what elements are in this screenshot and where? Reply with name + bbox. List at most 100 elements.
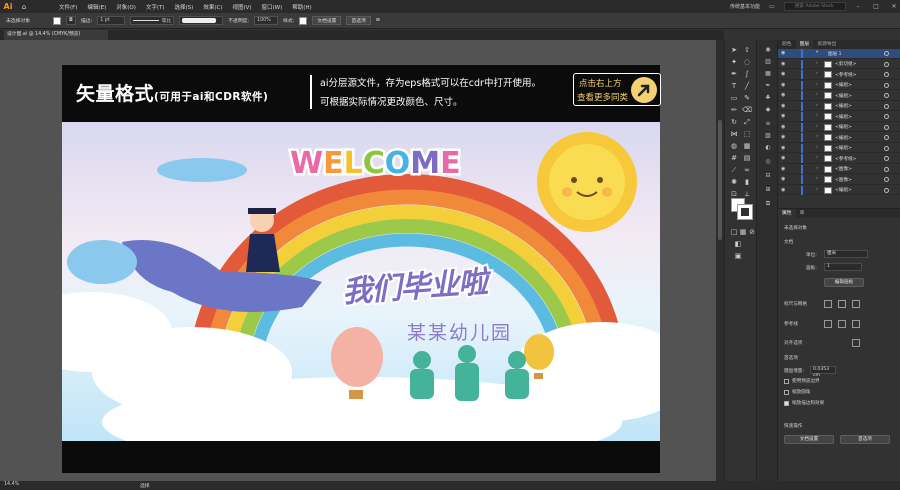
zoom-level[interactable]: 14.4% (4, 482, 19, 487)
arrange-docs-icon[interactable]: ⊞ (376, 18, 380, 23)
arrange-icon[interactable]: ▭ (766, 3, 778, 10)
expand-toggle-icon[interactable]: › (816, 187, 818, 192)
visibility-eye-icon[interactable]: ◉ (781, 155, 785, 161)
width-tool-icon[interactable]: ⋈ (729, 130, 739, 139)
perspective-icon[interactable]: ▦ (742, 142, 752, 151)
layer-row[interactable]: ◉ › <剪切组> (778, 59, 900, 69)
target-circle-icon[interactable] (884, 124, 889, 130)
target-circle-icon[interactable] (884, 135, 889, 140)
symbol-sprayer-icon[interactable]: ✺ (729, 178, 739, 187)
rotate-icon[interactable]: ↻ (729, 118, 739, 127)
stock-search-input[interactable]: 搜索 Adobe Stock (784, 2, 846, 11)
target-circle-icon[interactable] (884, 166, 889, 172)
expand-toggle-icon[interactable]: › (816, 155, 818, 160)
opacity-field[interactable]: 100% (254, 16, 279, 25)
artboard[interactable]: 矢量格式(可用于ai和CDR软件) ai分层源文件，存为eps格式可以在cdr中… (62, 65, 661, 473)
expand-toggle-icon[interactable]: ▾ (816, 50, 818, 55)
rectangle-tool-icon[interactable]: ▭ (729, 94, 739, 103)
scale-icon[interactable]: ⤢ (742, 118, 752, 127)
layer-row[interactable]: ◉ › <编组> (778, 143, 900, 153)
line-tool-icon[interactable]: ╱ (742, 82, 752, 91)
eyedropper-icon[interactable]: ⟋ (729, 166, 739, 175)
menu-help[interactable]: 帮助(H) (287, 3, 316, 11)
layer-row[interactable]: ◉ › <编组> (778, 80, 900, 90)
lasso-icon[interactable]: ◌ (742, 58, 752, 67)
layer-row[interactable]: ◉ › <编组> (778, 122, 900, 132)
visibility-eye-icon[interactable]: ◉ (781, 103, 785, 109)
tab-asset-export[interactable]: 资源导出 (813, 40, 840, 49)
home-icon[interactable]: ⌂ (16, 0, 32, 13)
layer-row[interactable]: ◉ ▾ 图层 1 (778, 49, 900, 59)
expand-toggle-icon[interactable]: › (816, 82, 818, 87)
layer-row[interactable]: ◉ › <编组> (778, 91, 900, 101)
visibility-eye-icon[interactable]: ◉ (781, 82, 785, 88)
stroke-panel-icon[interactable]: ≡ (763, 120, 773, 128)
paintbrush-icon[interactable]: ✎ (742, 94, 752, 103)
align-to-icon[interactable] (852, 339, 860, 347)
canvas-area[interactable]: 矢量格式(可用于ai和CDR软件) ai分层源文件，存为eps格式可以在cdr中… (0, 40, 724, 481)
brush-select[interactable] (179, 16, 224, 25)
tab-layers[interactable]: 图层 (795, 40, 814, 49)
visibility-eye-icon[interactable]: ◉ (781, 176, 785, 182)
expand-toggle-icon[interactable]: › (816, 92, 818, 97)
scale-corners-checkbox[interactable] (784, 390, 789, 395)
target-circle-icon[interactable] (884, 82, 889, 88)
target-circle-icon[interactable] (884, 93, 889, 98)
magic-wand-icon[interactable]: ✦ (729, 58, 739, 67)
nudge-field[interactable]: 0.0353 cm (810, 366, 836, 378)
target-circle-icon[interactable] (884, 51, 889, 56)
stroke-profile-select[interactable]: 等比 (130, 16, 175, 25)
gradient-icon[interactable]: ▤ (742, 154, 752, 163)
artboard-select[interactable]: 1 (824, 263, 862, 271)
visibility-eye-icon[interactable]: ◉ (781, 166, 785, 172)
gradient-panel-icon[interactable]: ▧ (763, 132, 773, 140)
expand-toggle-icon[interactable]: › (816, 124, 818, 129)
maximize-icon[interactable]: □ (870, 3, 882, 10)
align-icon[interactable]: ⊟ (763, 172, 773, 180)
tab-libraries[interactable]: 库 (796, 209, 809, 218)
fill-swatch[interactable] (53, 16, 61, 25)
layer-row[interactable]: ◉ › <图像> (778, 175, 900, 185)
ruler-icon[interactable] (824, 300, 832, 308)
stroke-swatch[interactable]: ◘ (66, 16, 76, 25)
layer-row[interactable]: ◉ › <编组> (778, 112, 900, 122)
close-icon[interactable]: ✕ (888, 3, 900, 10)
preview-bounds-checkbox[interactable] (784, 379, 789, 384)
target-circle-icon[interactable] (884, 72, 889, 77)
smart-guides-icon[interactable] (852, 320, 860, 328)
direct-selection-tool-icon[interactable]: ⇧ (742, 46, 752, 55)
lock-guides-icon[interactable] (838, 320, 846, 328)
brushes-icon[interactable]: ✒ (763, 82, 773, 90)
preferences-panel-button[interactable]: 首选项 (840, 435, 890, 444)
target-circle-icon[interactable] (884, 177, 889, 182)
stroke-weight-field[interactable]: 1 pt (97, 16, 126, 25)
layer-row[interactable]: ◉ › <编组> (778, 101, 900, 111)
layer-row[interactable]: ◉ › <图像> (778, 164, 900, 174)
style-swatch[interactable] (299, 16, 308, 25)
visibility-eye-icon[interactable]: ◉ (781, 92, 785, 98)
visibility-eye-icon[interactable]: ◉ (781, 134, 785, 140)
pathfinder-icon[interactable]: ⧉ (763, 200, 773, 208)
expand-toggle-icon[interactable]: › (816, 166, 818, 171)
blend-icon[interactable]: ∞ (742, 166, 752, 175)
symbols-icon[interactable]: ♣ (763, 94, 773, 102)
grid-icon[interactable] (838, 300, 846, 308)
shape-builder-icon[interactable]: ◍ (729, 142, 739, 151)
target-circle-icon[interactable] (884, 61, 889, 67)
target-circle-icon[interactable] (884, 187, 889, 193)
visibility-eye-icon[interactable]: ◉ (781, 50, 785, 56)
target-circle-icon[interactable] (884, 156, 889, 161)
expand-toggle-icon[interactable]: › (816, 145, 818, 150)
visibility-eye-icon[interactable]: ◉ (781, 61, 785, 67)
layer-row[interactable]: ◉ › <编组> (778, 133, 900, 143)
minimize-icon[interactable]: – (852, 3, 864, 10)
menu-effect[interactable]: 效果(C) (198, 3, 227, 11)
menu-view[interactable]: 视图(V) (227, 3, 256, 11)
scrollbar-thumb[interactable] (718, 120, 722, 240)
menu-window[interactable]: 窗口(W) (257, 3, 288, 11)
document-setup-panel-button[interactable]: 文档设置 (784, 435, 834, 444)
visibility-eye-icon[interactable]: ◉ (781, 71, 785, 77)
expand-toggle-icon[interactable]: › (816, 61, 818, 66)
target-circle-icon[interactable] (884, 103, 889, 109)
vertical-scrollbar[interactable] (716, 40, 724, 481)
